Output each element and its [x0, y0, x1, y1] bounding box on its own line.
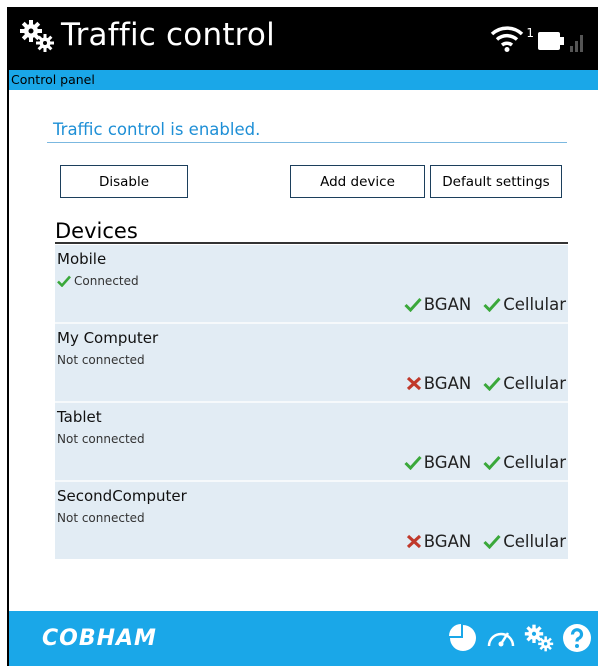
footer-icons [448, 623, 592, 653]
check-icon [483, 376, 501, 391]
help-icon[interactable] [562, 623, 592, 653]
device-row-second-computer[interactable]: SecondComputer Not connected BGAN Cellul… [55, 482, 568, 559]
device-status: Not connected [57, 353, 145, 367]
cross-icon [406, 534, 421, 549]
wifi-clients-count: 1 [526, 26, 534, 40]
device-name: SecondComputer [57, 487, 187, 505]
device-row-tablet[interactable]: Tablet Not connected BGAN Cellular [55, 403, 568, 480]
device-links: BGAN Cellular [406, 374, 566, 393]
device-name: My Computer [57, 329, 159, 347]
signal-strength-icon [570, 35, 583, 52]
battery-icon [538, 32, 564, 50]
device-name: Tablet [57, 408, 102, 426]
check-icon [483, 534, 501, 549]
device-links: BGAN Cellular [406, 532, 566, 551]
cellular-link-status: Cellular [483, 453, 566, 472]
devices-heading-rule [55, 242, 568, 244]
bgan-label: BGAN [423, 532, 472, 551]
cobham-logo: COBHAM [42, 626, 157, 651]
add-device-button[interactable]: Add device [290, 165, 425, 198]
app-frame: Traffic control 1 Control panel Traffic … [7, 7, 598, 666]
device-row-my-computer[interactable]: My Computer Not connected BGAN Cellular [55, 324, 568, 401]
device-links: BGAN Cellular [404, 295, 566, 314]
cellular-link-status: Cellular [483, 295, 566, 314]
wifi-icon [491, 26, 524, 52]
device-status-text: Not connected [57, 432, 145, 446]
speedometer-icon[interactable] [486, 624, 516, 652]
page-title: Traffic control [61, 17, 275, 53]
bgan-label: BGAN [423, 453, 472, 472]
pie-chart-icon[interactable] [448, 623, 478, 653]
bgan-label: BGAN [423, 295, 472, 314]
cellular-label: Cellular [503, 295, 566, 314]
cellular-link-status: Cellular [483, 532, 566, 551]
device-name: Mobile [57, 250, 107, 268]
device-status-text: Not connected [57, 353, 145, 367]
cross-icon [406, 376, 421, 391]
cellular-label: Cellular [503, 453, 566, 472]
check-icon [483, 297, 501, 312]
footer-bar: COBHAM [9, 611, 598, 666]
device-status: Not connected [57, 432, 145, 446]
bgan-link-status: BGAN [406, 374, 471, 393]
check-icon [483, 455, 501, 470]
default-settings-button[interactable]: Default settings [430, 165, 562, 198]
check-icon [404, 455, 422, 470]
bgan-link-status: BGAN [404, 295, 471, 314]
check-icon [57, 275, 71, 287]
cellular-label: Cellular [503, 374, 566, 393]
breadcrumb-bar: Control panel [9, 70, 598, 90]
device-status-text: Connected [74, 274, 139, 288]
status-icons: 1 [490, 24, 584, 52]
cellular-link-status: Cellular [483, 374, 566, 393]
settings-gears-icon[interactable] [524, 623, 554, 653]
header-bar: Traffic control 1 [9, 7, 598, 70]
device-status-text: Not connected [57, 511, 145, 525]
cellular-label: Cellular [503, 532, 566, 551]
traffic-status-message: Traffic control is enabled. [53, 120, 261, 139]
bgan-link-status: BGAN [404, 453, 471, 472]
status-divider [47, 142, 567, 143]
bgan-label: BGAN [423, 374, 472, 393]
devices-heading: Devices [55, 219, 138, 243]
breadcrumb[interactable]: Control panel [11, 72, 95, 87]
device-row-mobile[interactable]: Mobile Connected BGAN Cellular [55, 245, 568, 322]
device-links: BGAN Cellular [404, 453, 566, 472]
bgan-link-status: BGAN [406, 532, 471, 551]
device-status: Connected [57, 274, 139, 288]
device-status: Not connected [57, 511, 145, 525]
check-icon [404, 297, 422, 312]
settings-gears-icon [20, 20, 54, 52]
disable-button[interactable]: Disable [60, 165, 188, 198]
